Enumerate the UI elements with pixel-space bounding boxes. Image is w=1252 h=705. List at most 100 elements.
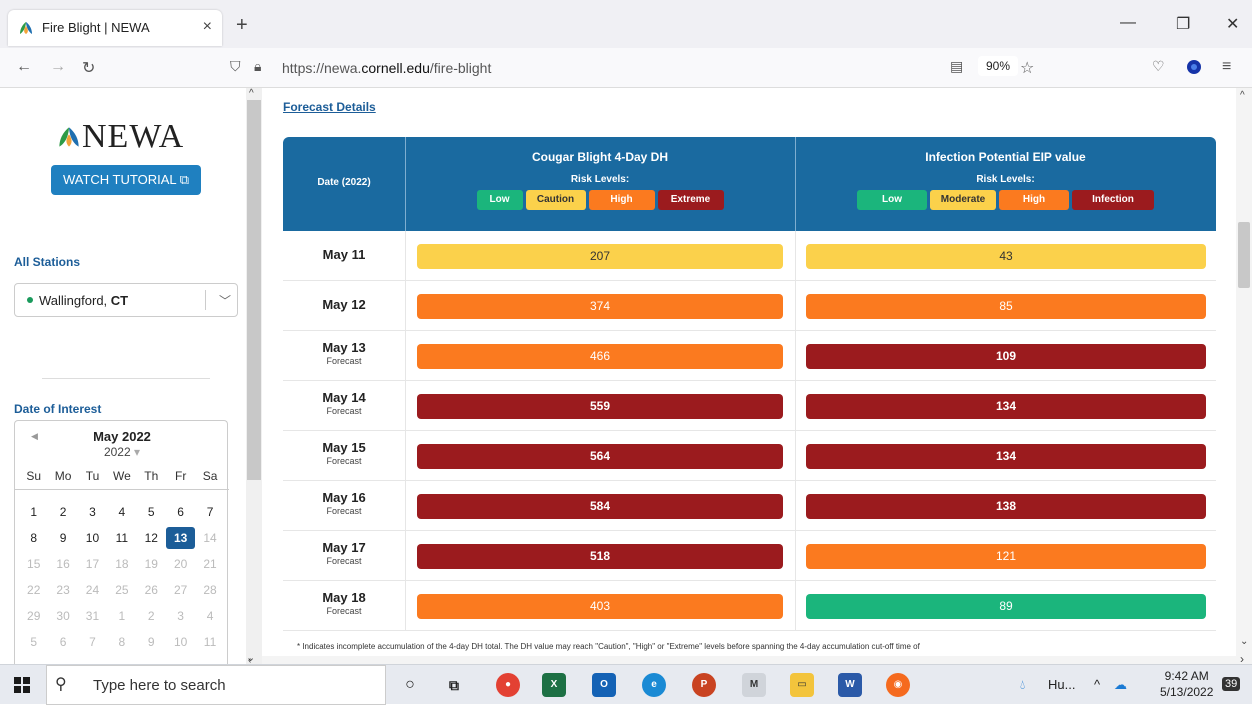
scroll-up-icon[interactable]: ^	[1240, 90, 1245, 101]
back-icon[interactable]: ←	[16, 58, 32, 76]
calendar-day[interactable]: 4	[107, 501, 136, 523]
sidebar-scrollbar[interactable]: ^ ⌄	[246, 88, 262, 664]
calendar-day[interactable]: 8	[19, 527, 48, 549]
windows-start-icon[interactable]	[14, 677, 30, 698]
calendar-day[interactable]: 2	[137, 605, 166, 627]
calendar-day[interactable]: 11	[195, 631, 224, 653]
station-select[interactable]: Wallingford, CT ﹀	[14, 283, 238, 317]
calendar-day[interactable]: 6	[48, 631, 77, 653]
calendar-day[interactable]: 9	[48, 527, 77, 549]
extension-icon[interactable]	[1186, 59, 1202, 80]
calendar-day[interactable]: 8	[107, 631, 136, 653]
chrome-icon[interactable]: ●	[496, 673, 520, 697]
calendar-day[interactable]: 2	[48, 501, 77, 523]
reload-icon[interactable]: ↻	[82, 58, 95, 78]
excel-icon[interactable]: X	[542, 673, 566, 697]
forecast-details-link[interactable]: Forecast Details	[283, 100, 376, 114]
chevron-down-icon[interactable]: ﹀	[219, 292, 231, 309]
calendar-day[interactable]: 12	[137, 527, 166, 549]
calendar-day[interactable]: 13	[165, 527, 196, 549]
calendar-day[interactable]: 17	[78, 553, 107, 575]
weather-text[interactable]: Hu...	[1048, 677, 1075, 692]
zoom-level[interactable]: 90%	[978, 56, 1019, 76]
menu-icon[interactable]: ≡	[1222, 58, 1231, 76]
calendar-day[interactable]: 23	[48, 579, 77, 601]
close-window-icon[interactable]: ✕	[1226, 14, 1239, 34]
calendar-day[interactable]: 24	[78, 579, 107, 601]
calendar-day[interactable]: 25	[107, 579, 136, 601]
reader-view-icon[interactable]: ▤	[950, 58, 963, 75]
calendar-day[interactable]: 20	[166, 553, 195, 575]
new-tab-button[interactable]: +	[236, 14, 248, 37]
calendar-day[interactable]: 3	[78, 501, 107, 523]
clock-time: 9:42 AM	[1164, 669, 1209, 683]
page-scroll-thumb[interactable]	[1238, 222, 1250, 288]
calendar-day[interactable]: 22	[19, 579, 48, 601]
cell-divider	[405, 331, 406, 381]
firefox-icon[interactable]: ◉	[886, 673, 910, 697]
clock[interactable]: 9:42 AM 5/13/2022	[1160, 668, 1213, 700]
calendar-day[interactable]: 16	[48, 553, 77, 575]
newa-logo[interactable]: NEWA	[58, 118, 184, 156]
minimize-icon[interactable]: —	[1120, 14, 1136, 32]
calendar-day[interactable]: 3	[166, 605, 195, 627]
pocket-icon[interactable]: ♡	[1152, 58, 1165, 75]
calendar-day[interactable]: 26	[137, 579, 166, 601]
risk-level-high-chip: High	[588, 190, 655, 210]
calendar-day[interactable]: 19	[137, 553, 166, 575]
calendar-day[interactable]: 7	[78, 631, 107, 653]
page-scrollbar[interactable]: ^ ⌄	[1236, 88, 1252, 664]
calendar-day[interactable]: 31	[78, 605, 107, 627]
watch-tutorial-button[interactable]: WATCH TUTORIAL ⧉	[51, 165, 201, 195]
mail-icon[interactable]: M	[742, 673, 766, 697]
address-bar[interactable]: https://newa.cornell.edu/fire-blight	[282, 60, 491, 76]
notification-count[interactable]: 39	[1222, 677, 1241, 691]
horizontal-scrollbar[interactable]	[262, 656, 1236, 664]
file-explorer-icon[interactable]: ▭	[790, 673, 814, 697]
calendar-day[interactable]: 18	[107, 553, 136, 575]
taskbar-search[interactable]: ⚲ Type here to search	[46, 665, 386, 705]
calendar-day[interactable]: 1	[107, 605, 136, 627]
calendar-day[interactable]: 27	[166, 579, 195, 601]
calendar-day[interactable]: 5	[19, 631, 48, 653]
calendar-day[interactable]: 29	[19, 605, 48, 627]
close-tab-icon[interactable]: ×	[203, 18, 212, 36]
calendar-day[interactable]: 9	[137, 631, 166, 653]
forward-icon[interactable]: →	[50, 58, 66, 76]
tab-fire-blight[interactable]: Fire Blight | NEWA ×	[8, 10, 222, 46]
calendar-day[interactable]: 10	[78, 527, 107, 549]
outlook-icon[interactable]: O	[592, 673, 616, 697]
lock-icon[interactable]: 🔒︎	[254, 58, 261, 75]
weather-icon[interactable]: 💧︎	[1020, 677, 1025, 693]
calendar-day[interactable]: 11	[107, 527, 136, 549]
calendar-day[interactable]: 1	[19, 501, 48, 523]
calendar-year-select[interactable]: 2022 ▾	[15, 445, 229, 459]
onedrive-icon[interactable]: ☁︎	[1114, 677, 1127, 693]
select-divider	[205, 290, 206, 310]
calendar-day[interactable]: 5	[137, 501, 166, 523]
calendar-day[interactable]: 7	[195, 501, 224, 523]
calendar-day[interactable]: 6	[166, 501, 195, 523]
scroll-up-icon[interactable]: ^	[249, 88, 254, 99]
eip-header: Infection Potential EIP value Risk Level…	[795, 137, 1216, 231]
cortana-icon[interactable]: ○	[398, 673, 422, 697]
shield-icon[interactable]: ⛉	[230, 58, 241, 75]
risk-level-caution-chip: Caution	[525, 190, 586, 210]
calendar-day[interactable]: 30	[48, 605, 77, 627]
calendar-day[interactable]: 4	[195, 605, 224, 627]
bookmark-star-icon[interactable]: ☆	[1020, 58, 1034, 78]
calendar-day[interactable]: 21	[195, 553, 224, 575]
word-icon[interactable]: W	[838, 673, 862, 697]
risk-level-low-chip: Low	[857, 190, 927, 210]
calendar-day[interactable]: 14	[195, 527, 224, 549]
restore-icon[interactable]: ❐	[1176, 14, 1190, 34]
powerpoint-icon[interactable]: P	[692, 673, 716, 697]
show-hidden-icons-icon[interactable]: ^	[1094, 677, 1100, 692]
task-view-icon[interactable]: ⧉	[442, 673, 466, 697]
scroll-down-icon[interactable]: ⌄	[1240, 636, 1248, 647]
edge-icon[interactable]: e	[642, 673, 666, 697]
calendar-day[interactable]: 10	[166, 631, 195, 653]
sidebar-scroll-thumb[interactable]	[247, 100, 261, 480]
calendar-day[interactable]: 15	[19, 553, 48, 575]
calendar-day[interactable]: 28	[195, 579, 224, 601]
